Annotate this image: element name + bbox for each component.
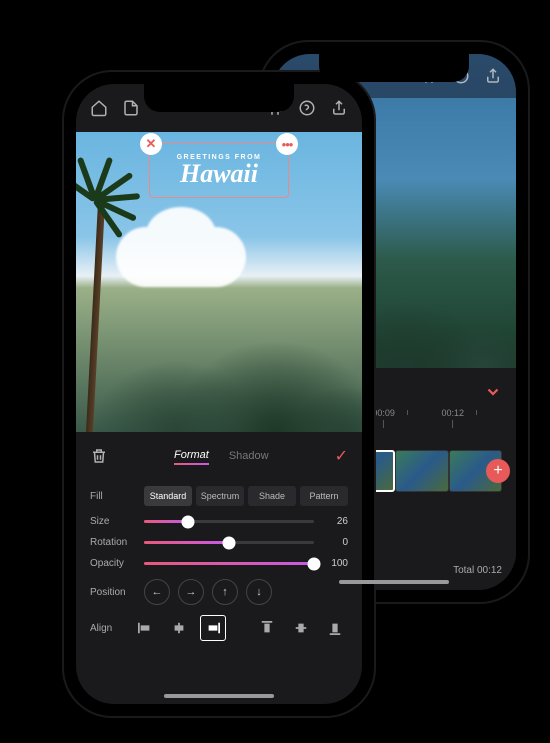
align-label: Align: [90, 623, 122, 634]
format-panel: Format Shadow ✓ Fill Standard Spectrum S…: [76, 432, 362, 704]
rotation-value: 0: [324, 537, 348, 548]
sticker-close-button[interactable]: ✕: [140, 133, 162, 155]
opacity-slider[interactable]: [144, 562, 314, 565]
share-icon[interactable]: [330, 99, 348, 117]
fill-option-shade[interactable]: Shade: [248, 486, 296, 506]
align-bottom-button[interactable]: [322, 615, 348, 641]
collapse-icon[interactable]: [484, 382, 502, 400]
home-indicator[interactable]: [339, 580, 449, 584]
size-label: Size: [90, 516, 134, 527]
opacity-label: Opacity: [90, 558, 134, 569]
notch: [319, 54, 469, 82]
palm-tree: [76, 162, 120, 432]
align-right-button[interactable]: [200, 615, 226, 641]
sticker-more-button[interactable]: •••: [276, 133, 298, 155]
confirm-button[interactable]: ✓: [335, 446, 348, 466]
align-left-button[interactable]: [132, 615, 158, 641]
notch: [144, 84, 294, 112]
position-label: Position: [90, 587, 134, 598]
opacity-value: 100: [324, 558, 348, 569]
canvas[interactable]: ✕ ••• GREETINGS FROM Hawaii: [76, 132, 362, 432]
clip[interactable]: [395, 450, 449, 492]
tick-label: 00:09: [372, 408, 395, 418]
share-icon[interactable]: [484, 67, 502, 85]
fill-label: Fill: [90, 491, 134, 502]
fill-option-spectrum[interactable]: Spectrum: [196, 486, 244, 506]
file-icon[interactable]: [122, 99, 140, 117]
size-value: 26: [324, 516, 348, 527]
align-vcenter-button[interactable]: [288, 615, 314, 641]
trash-icon[interactable]: [90, 447, 108, 465]
nudge-up-button[interactable]: ↑: [212, 579, 238, 605]
nudge-right-button[interactable]: →: [178, 579, 204, 605]
sticker-title: Hawaii: [180, 161, 258, 187]
fill-option-pattern[interactable]: Pattern: [300, 486, 348, 506]
phone-front: ✕ ••• GREETINGS FROM Hawaii Format Shado…: [64, 72, 374, 716]
tick-label: 00:12: [442, 408, 465, 418]
nudge-down-button[interactable]: ↓: [246, 579, 272, 605]
rotation-label: Rotation: [90, 537, 134, 548]
rotation-slider[interactable]: [144, 541, 314, 544]
add-clip-button[interactable]: +: [486, 459, 510, 483]
help-icon[interactable]: [298, 99, 316, 117]
tab-format[interactable]: Format: [174, 447, 209, 465]
fill-option-standard[interactable]: Standard: [144, 486, 192, 506]
align-hcenter-button[interactable]: [166, 615, 192, 641]
text-sticker[interactable]: ✕ ••• GREETINGS FROM Hawaii: [149, 142, 289, 198]
nudge-left-button[interactable]: ←: [144, 579, 170, 605]
total-time: Total 00:12: [453, 565, 502, 576]
tab-shadow[interactable]: Shadow: [229, 448, 269, 464]
home-icon[interactable]: [90, 99, 108, 117]
home-indicator[interactable]: [164, 694, 274, 698]
align-top-button[interactable]: [254, 615, 280, 641]
size-slider[interactable]: [144, 520, 314, 523]
